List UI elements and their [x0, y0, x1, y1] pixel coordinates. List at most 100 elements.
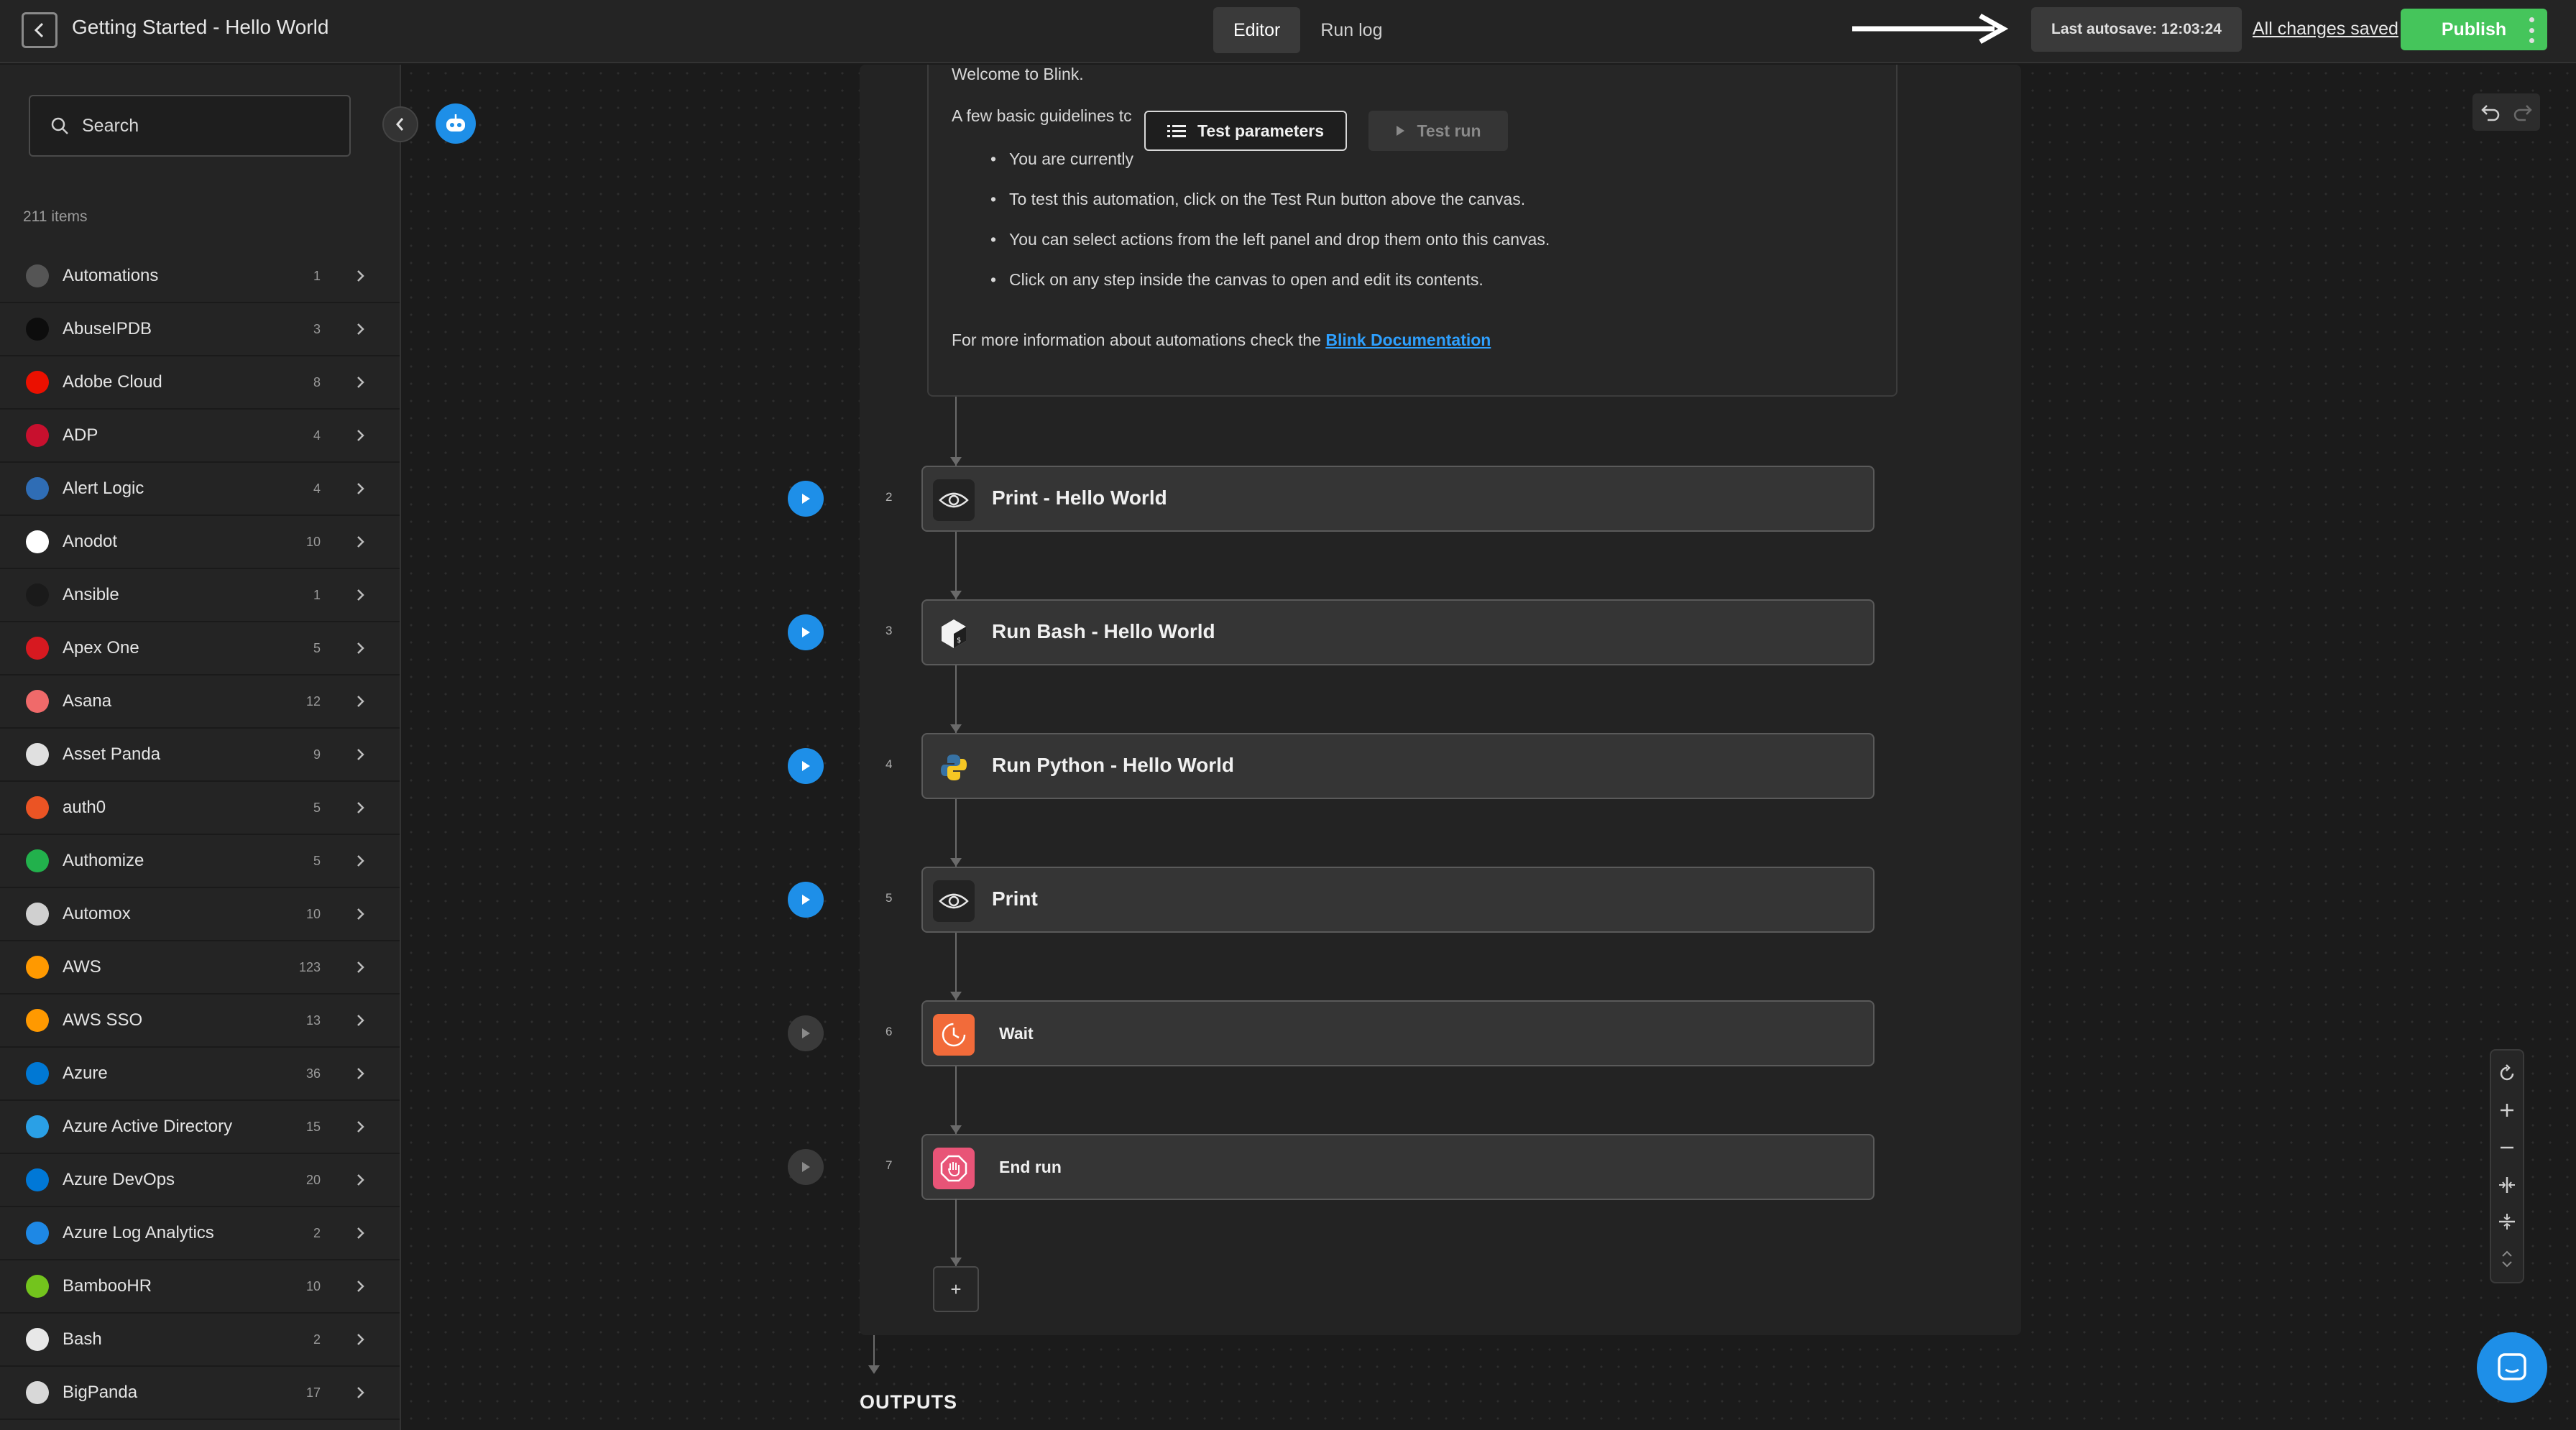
flow-step[interactable]: $ Run Bash - Hello World [921, 599, 1874, 665]
reset-view-button[interactable] [2494, 1061, 2520, 1087]
flow-step[interactable]: Print [921, 867, 1874, 933]
sidebar-item[interactable]: Ansible 1 [0, 569, 400, 622]
fit-width-button[interactable] [2494, 1172, 2520, 1198]
run-step-button[interactable] [788, 614, 824, 650]
run-step-button[interactable] [788, 1015, 824, 1051]
copilot-bot-button[interactable] [436, 103, 476, 144]
sidebar-item[interactable]: Asana 12 [0, 675, 400, 729]
sidebar-item[interactable]: Alert Logic 4 [0, 463, 400, 516]
sidebar-item-count: 10 [305, 534, 321, 549]
step-number: 3 [886, 624, 893, 637]
sidebar-item[interactable]: Apex One 5 [0, 622, 400, 675]
azure-devops-icon [26, 1168, 49, 1191]
sidebar-item-label: Apex One [63, 638, 139, 658]
search-icon [51, 117, 68, 134]
chevron-right-icon [357, 483, 364, 494]
sidebar-item-count: 20 [305, 1172, 321, 1187]
fit-height-icon [2499, 1214, 2515, 1230]
sidebar-item[interactable]: AWS SSO 13 [0, 995, 400, 1048]
flow-connector [955, 1199, 957, 1266]
reset-icon [2500, 1064, 2514, 1081]
sidebar-item[interactable]: AbuseIPDB 3 [0, 303, 400, 356]
chevron-right-icon [357, 855, 364, 867]
play-icon [802, 761, 810, 771]
chevron-right-icon [357, 961, 364, 973]
guideline-bullet: To test this automation, click on the Te… [990, 190, 1525, 209]
run-step-button[interactable] [788, 1149, 824, 1185]
test-parameters-button[interactable]: Test parameters [1144, 111, 1347, 151]
play-icon [802, 895, 810, 905]
sidebar-item[interactable]: Adobe Cloud 8 [0, 356, 400, 410]
flow-step[interactable]: Run Python - Hello World [921, 733, 1874, 799]
run-step-button[interactable] [788, 882, 824, 918]
zoom-in-button[interactable] [2494, 1097, 2520, 1123]
sidebar-item[interactable]: Anodot 10 [0, 516, 400, 569]
tab-editor[interactable]: Editor [1213, 7, 1301, 53]
expand-button[interactable] [2494, 1246, 2520, 1272]
test-parameters-label: Test parameters [1197, 121, 1324, 140]
chevron-right-icon [357, 323, 364, 335]
search-placeholder: Search [82, 115, 139, 136]
fit-height-button[interactable] [2494, 1209, 2520, 1235]
tab-run-log[interactable]: Run log [1300, 7, 1402, 53]
sidebar-item[interactable]: Azure Active Directory 15 [0, 1101, 400, 1154]
test-run-label: Test run [1417, 121, 1481, 140]
chat-icon [2498, 1353, 2526, 1380]
blink-documentation-link[interactable]: Blink Documentation [1325, 331, 1491, 349]
azure-log-analytics-icon [26, 1222, 49, 1245]
flow-step[interactable]: End run [921, 1134, 1874, 1200]
sidebar-item[interactable]: Azure 36 [0, 1048, 400, 1101]
sidebar-item[interactable]: BambooHR 10 [0, 1260, 400, 1314]
sidebar-item-label: Anodot [63, 532, 118, 551]
back-button[interactable] [22, 12, 58, 48]
chevron-right-icon [357, 749, 364, 760]
play-icon [802, 627, 810, 637]
sidebar-item[interactable]: BigPanda 17 [0, 1367, 400, 1420]
run-step-button[interactable] [788, 481, 824, 517]
redo-button[interactable] [2506, 93, 2540, 131]
sidebar-item[interactable]: Azure DevOps 20 [0, 1154, 400, 1207]
all-changes-saved-link[interactable]: All changes saved [2253, 19, 2398, 40]
abuseipdb-icon [26, 318, 49, 341]
flow-connector [955, 397, 957, 466]
sidebar-item[interactable]: Automox 10 [0, 888, 400, 941]
flow-step[interactable]: Print - Hello World [921, 466, 1874, 532]
sidebar-item[interactable]: AWS 123 [0, 941, 400, 995]
python-icon [933, 747, 975, 788]
collapse-sidebar-button[interactable] [382, 106, 418, 142]
sidebar-item-count: 2 [313, 1225, 321, 1240]
chevron-right-icon [357, 802, 364, 813]
test-run-button[interactable]: Test run [1368, 111, 1508, 151]
sidebar-item[interactable]: Authomize 5 [0, 835, 400, 888]
undo-button[interactable] [2472, 93, 2506, 131]
sidebar-item[interactable]: auth0 5 [0, 782, 400, 835]
more-options-icon[interactable] [2524, 14, 2539, 46]
sidebar-item[interactable]: Asset Panda 9 [0, 729, 400, 782]
chevron-right-icon [357, 1227, 364, 1239]
flow-connector [955, 1066, 957, 1134]
flow-arrow [950, 1125, 962, 1134]
sidebar-item-count: 36 [305, 1066, 321, 1081]
sidebar-item[interactable]: Bash 2 [0, 1314, 400, 1367]
top-bar: Getting Started - Hello World Editor Run… [0, 0, 2576, 63]
sidebar-item[interactable]: Azure Log Analytics 2 [0, 1207, 400, 1260]
add-step-button[interactable]: + [933, 1266, 979, 1312]
sidebar-item-label: auth0 [63, 798, 106, 817]
flow-connector [955, 799, 957, 867]
play-icon [1397, 126, 1405, 136]
step-number: 5 [886, 891, 893, 905]
zoom-out-button[interactable] [2494, 1135, 2520, 1161]
chevron-right-icon [357, 270, 364, 282]
flow-step[interactable]: Wait [921, 1000, 1874, 1066]
chevron-left-icon [34, 22, 44, 38]
end-run-icon [933, 1148, 975, 1189]
chevron-right-icon [357, 908, 364, 920]
bot-icon [446, 114, 465, 132]
run-step-button[interactable] [788, 748, 824, 784]
search-input[interactable]: Search [29, 95, 351, 157]
support-chat-button[interactable] [2477, 1332, 2547, 1403]
step-number: 7 [886, 1158, 893, 1172]
sidebar-item[interactable]: Automations 1 [0, 250, 400, 303]
more-info-line: For more information about automations c… [952, 331, 1491, 350]
sidebar-item[interactable]: ADP 4 [0, 410, 400, 463]
